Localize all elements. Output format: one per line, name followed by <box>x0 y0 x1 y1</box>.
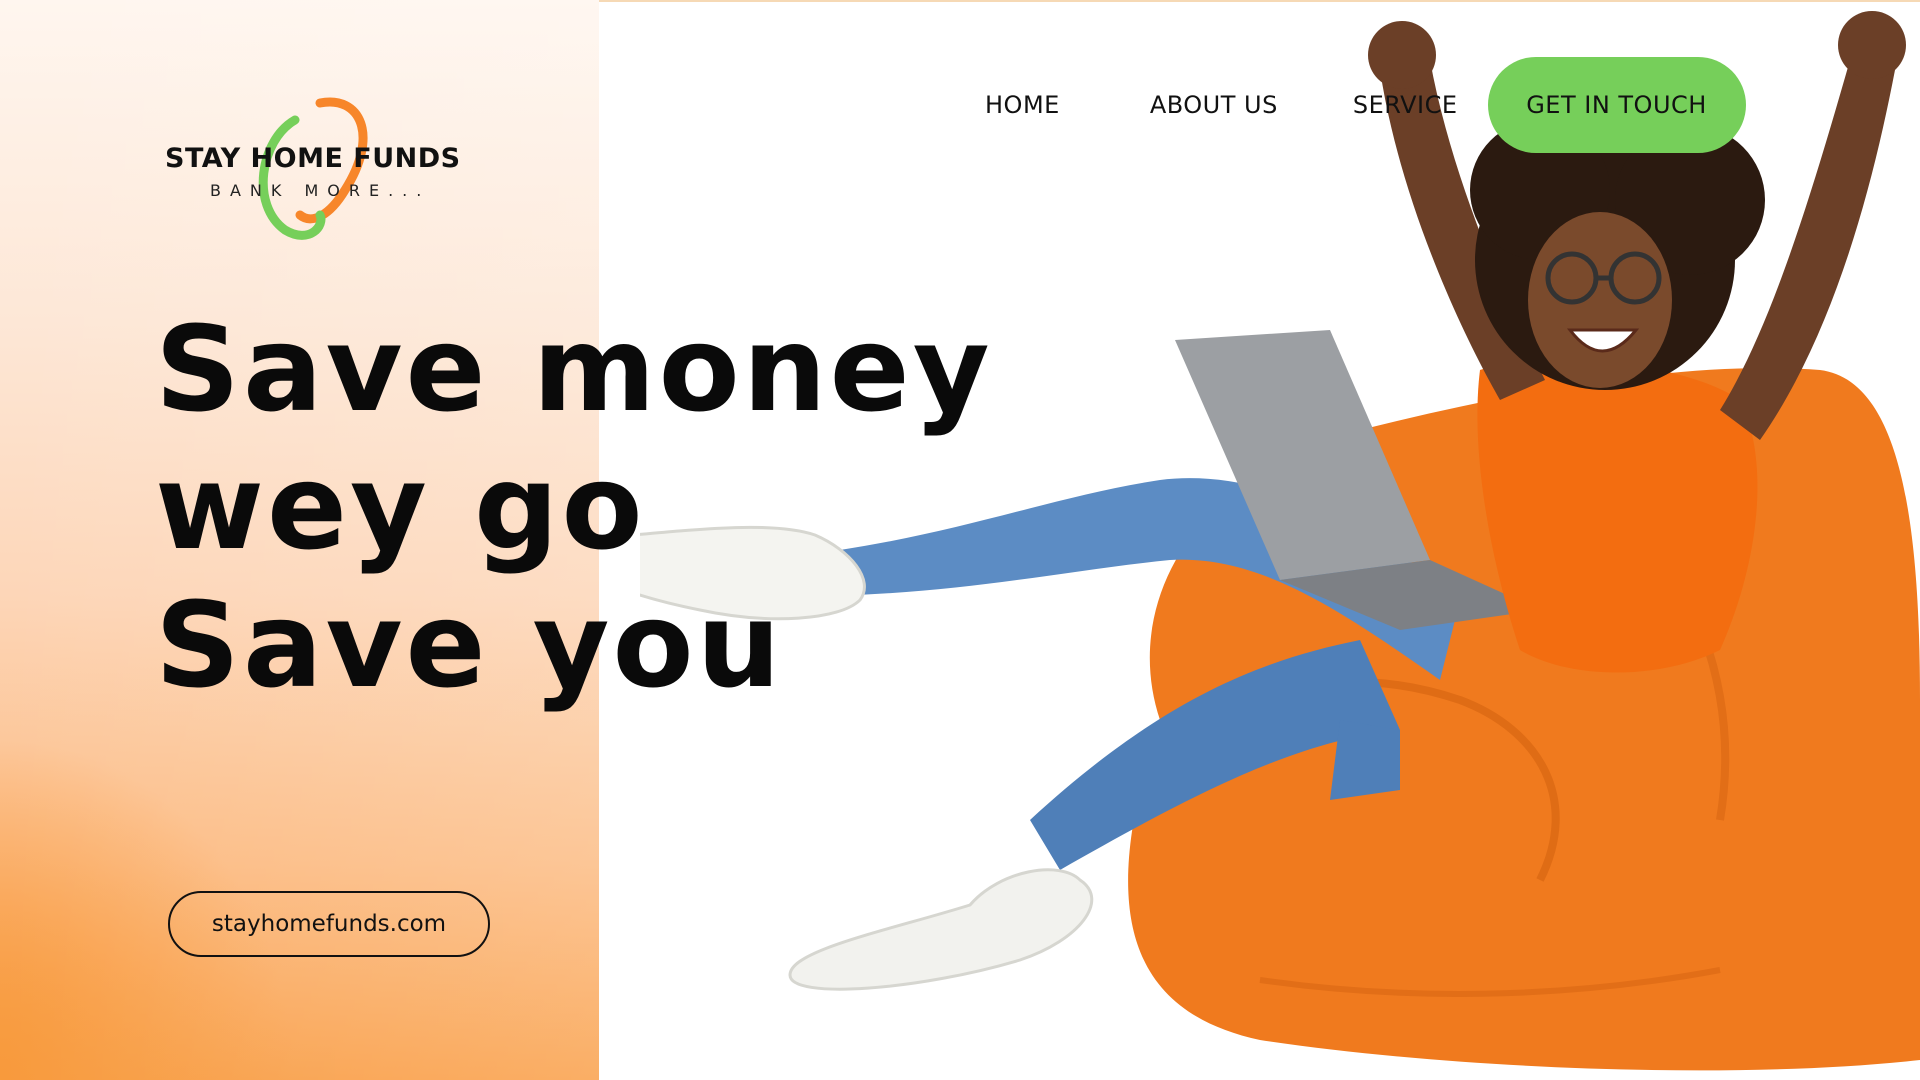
nav-about-link[interactable]: ABOUT US <box>1150 91 1278 119</box>
brand-logo[interactable]: STAY HOME FUNDS BANK MORE... <box>160 95 470 245</box>
hero-headline: Save money wey go Save you <box>155 300 993 714</box>
nav-home-link[interactable]: HOME <box>985 91 1060 119</box>
website-link-button[interactable]: stayhomefunds.com <box>168 891 490 957</box>
main-nav: HOME ABOUT US SERVICE GET IN TOUCH <box>955 57 1746 153</box>
get-in-touch-button[interactable]: GET IN TOUCH <box>1487 57 1746 153</box>
brand-tagline: BANK MORE... <box>210 181 431 200</box>
nav-service-link[interactable]: SERVICE <box>1353 91 1458 119</box>
landing-page: STAY HOME FUNDS BANK MORE... HOME ABOUT … <box>0 0 1920 1080</box>
brand-name: STAY HOME FUNDS <box>165 143 461 174</box>
